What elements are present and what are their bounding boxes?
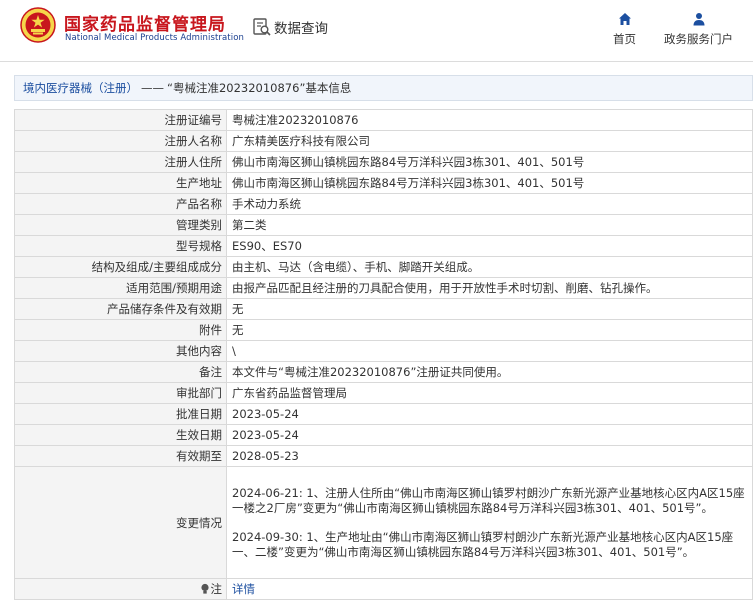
field-value: 2028-05-23 [226, 445, 753, 467]
table-row: 附件无 [14, 319, 753, 341]
field-value: ES90、ES70 [226, 235, 753, 257]
table-row: 结构及组成/主要组成成分 由主机、马达（含电缆）、手机、脚踏开关组成。 [14, 256, 753, 278]
table-row: 注册证编号 粤械注准20232010876 [14, 109, 753, 131]
field-label: 有效期至 [14, 445, 227, 467]
table-row: 型号规格 ES90、ES70 [14, 235, 753, 257]
table-row: 审批部门 广东省药品监督管理局 [14, 382, 753, 404]
field-label: 批准日期 [14, 403, 227, 425]
table-row: 备注 本文件与“粤械注准20232010876”注册证共同使用。 [14, 361, 753, 383]
breadcrumb-title: “粤械注准20232010876”基本信息 [167, 81, 352, 95]
field-value: 2023-05-24 [226, 403, 753, 425]
field-label: 管理类别 [14, 214, 227, 236]
field-value: 佛山市南海区狮山镇桃园东路84号万洋科兴园3栋301、401、501号 [226, 151, 753, 173]
field-label: 生效日期 [14, 424, 227, 446]
breadcrumb-separator: —— [141, 81, 164, 95]
field-value: 2023-05-24 [226, 424, 753, 446]
field-value: 粤械注准20232010876 [226, 109, 753, 131]
field-label: 附件 [14, 319, 227, 341]
nav-home-label: 首页 [613, 32, 636, 46]
change-history: 2024-06-21: 1、注册人住所由“佛山市南海区狮山镇罗村朗沙广东新光源产… [226, 466, 753, 579]
table-row-changes: 变更情况 2024-06-21: 1、注册人住所由“佛山市南海区狮山镇罗村朗沙广东… [14, 466, 753, 579]
site-name-en: National Medical Products Administration [65, 33, 244, 43]
field-value: 手术动力系统 [226, 193, 753, 215]
field-label: 其他内容 [14, 340, 227, 362]
field-label: 审批部门 [14, 382, 227, 404]
field-label: 结构及组成/主要组成成分 [14, 256, 227, 278]
nav-home[interactable]: 首页 [613, 12, 636, 47]
field-value: 由主机、马达（含电缆）、手机、脚踏开关组成。 [226, 256, 753, 278]
breadcrumb: 境内医疗器械（注册） —— “粤械注准20232010876”基本信息 [14, 75, 753, 101]
change-entry: 2024-06-21: 1、注册人住所由“佛山市南海区狮山镇罗村朗沙广东新光源产… [232, 485, 745, 515]
table-row: 产品名称 手术动力系统 [14, 193, 753, 215]
field-value: 由报产品匹配且经注册的刀具配合使用，用于开放性手术时切割、削磨、钻孔操作。 [226, 277, 753, 299]
field-value: 无 [226, 298, 753, 320]
header-divider [0, 61, 753, 62]
field-label: 备注 [14, 361, 227, 383]
field-label: 型号规格 [14, 235, 227, 257]
data-query-icon [253, 18, 271, 36]
change-entry: 2024-09-30: 1、生产地址由“佛山市南海区狮山镇罗村朗沙广东新光源产业… [232, 529, 734, 559]
table-row: 产品储存条件及有效期无 [14, 298, 753, 320]
record-table: 注册证编号 粤械注准20232010876 注册人名称 广东精美医疗科技有限公司 注册人… [14, 109, 753, 600]
nav-gov-service-label: 政务服务门户 [664, 32, 733, 46]
table-row: 生效日期 2023-05-24 [14, 424, 753, 446]
site-name-cn: 国家药品监督管理局 [64, 15, 226, 35]
data-query-label: 数据查询 [274, 21, 328, 37]
field-value: 广东精美医疗科技有限公司 [226, 130, 753, 152]
field-value: 广东省药品监督管理局 [226, 382, 753, 404]
table-row: 适用范围/预期用途 由报产品匹配且经注册的刀具配合使用，用于开放性手术时切割、削磨… [14, 277, 753, 299]
field-label: 注 [14, 578, 227, 600]
lightbulb-icon [200, 583, 209, 594]
home-icon [618, 13, 631, 25]
nav-gov-service[interactable]: 政务服务门户 [664, 12, 733, 47]
site-header: 国家药品监督管理局 National Medical Products Admi… [0, 0, 753, 62]
field-label: 注册证编号 [14, 109, 227, 131]
note-label: 注 [210, 582, 223, 596]
field-label: 产品名称 [14, 193, 227, 215]
field-value: \ [226, 340, 753, 362]
field-label: 生产地址 [14, 172, 227, 194]
field-label: 注册人名称 [14, 130, 227, 152]
breadcrumb-category[interactable]: 境内医疗器械（注册） [23, 80, 138, 96]
table-row: 注册人名称 广东精美医疗科技有限公司 [14, 130, 753, 152]
table-row: 管理类别 第二类 [14, 214, 753, 236]
field-value: 佛山市南海区狮山镇桃园东路84号万洋科兴园3栋301、401、501号 [226, 172, 753, 194]
field-label: 变更情况 [14, 466, 227, 579]
detail-link[interactable]: 详情 [232, 582, 255, 596]
data-query-button[interactable]: 数据查询 [252, 17, 328, 37]
field-label: 产品储存条件及有效期 [14, 298, 227, 320]
national-emblem-icon [20, 7, 56, 43]
table-row: 其他内容 \ [14, 340, 753, 362]
table-row: 注册人住所 佛山市南海区狮山镇桃园东路84号万洋科兴园3栋301、401、501号 [14, 151, 753, 173]
table-row: 批准日期 2023-05-24 [14, 403, 753, 425]
field-value: 无 [226, 319, 753, 341]
field-label: 适用范围/预期用途 [14, 277, 227, 299]
field-value: 第二类 [226, 214, 753, 236]
user-icon [693, 13, 704, 26]
field-label: 注册人住所 [14, 151, 227, 173]
table-row-note: 注详情 [14, 578, 753, 600]
table-row: 生产地址 佛山市南海区狮山镇桃园东路84号万洋科兴园3栋301、401、501号 [14, 172, 753, 194]
table-row: 有效期至 2028-05-23 [14, 445, 753, 467]
field-value: 本文件与“粤械注准20232010876”注册证共同使用。 [226, 361, 753, 383]
field-value: 详情 [226, 578, 753, 600]
